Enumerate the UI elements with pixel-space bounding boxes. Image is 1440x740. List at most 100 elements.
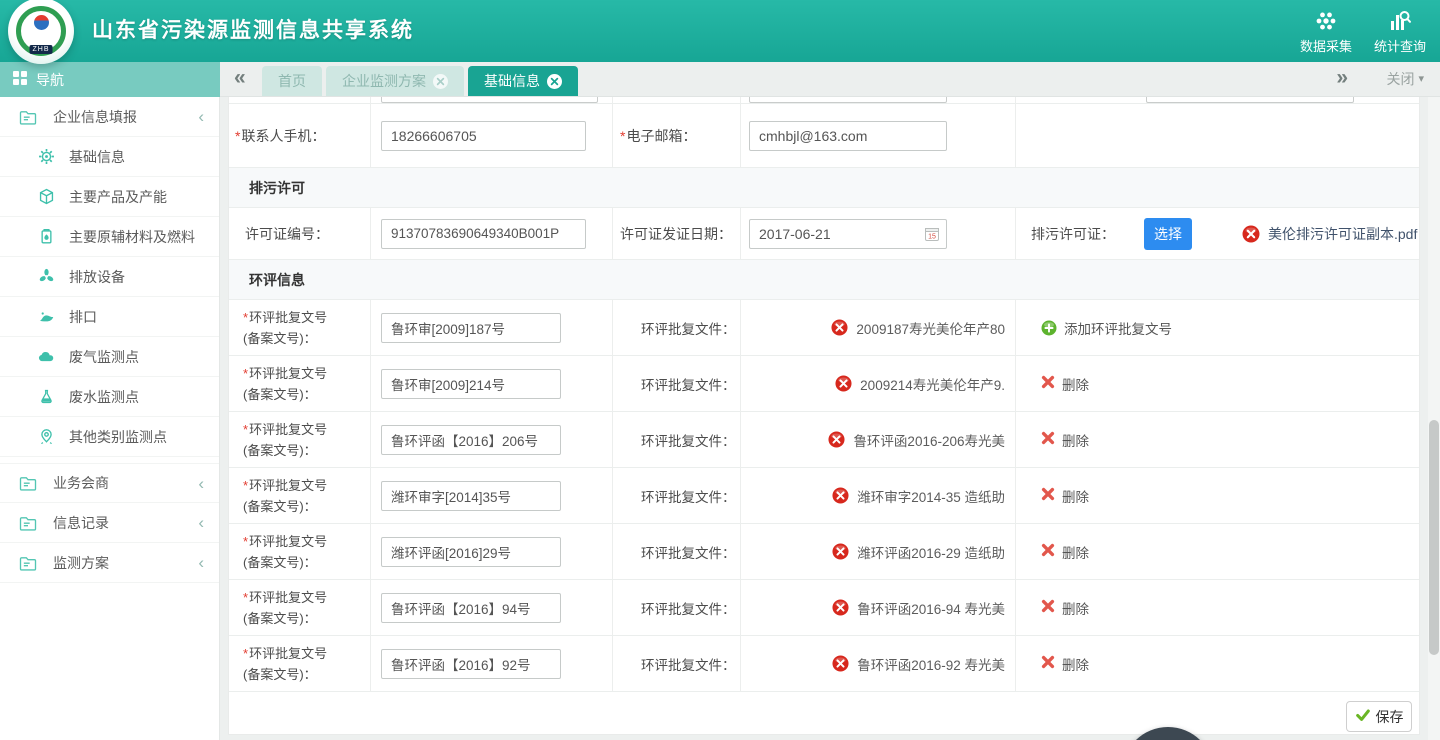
eia-doc-label: *环评批复文号 (备案文号)： <box>229 475 327 517</box>
issue-date-input[interactable] <box>749 219 947 249</box>
vertical-scrollbar[interactable] <box>1428 97 1440 740</box>
tab-home-label: 首页 <box>278 71 306 91</box>
eia-file-label: 环评批复文件： <box>613 486 736 506</box>
close-menu-label: 关闭 <box>1386 62 1414 97</box>
eia-row: *环评批复文号 (备案文号)： 环评批复文件： 2009214寿光美伦年产9. <box>229 356 1419 412</box>
delete-eia-row-button[interactable]: 删除 <box>1041 430 1089 450</box>
eia-doc-no-input[interactable] <box>381 313 561 343</box>
eia-doc-no-input[interactable] <box>381 481 561 511</box>
permit-file-link[interactable]: 美伦排污许可证副本.pdf <box>1268 224 1417 244</box>
eia-file-link[interactable]: 鲁环评函2016-206寿光美 <box>853 430 1005 450</box>
eia-doc-no-input[interactable] <box>381 593 561 623</box>
cutoff-input-1[interactable] <box>381 97 598 103</box>
sidebar-item-enterprise-info-group[interactable]: 企业信息填报 ‹ <box>0 97 219 137</box>
sidebar-item-monitor-plan-group[interactable]: 监测方案 ‹ <box>0 543 219 583</box>
license-no-label: 许可证编号： <box>229 224 329 244</box>
eia-file-link[interactable]: 2009187寿光美伦年产80 <box>856 318 1005 338</box>
sidebar-item-business-consult-group[interactable]: 业务会商 ‹ <box>0 463 219 503</box>
close-menu-button[interactable]: 关闭 ▾ <box>1386 62 1424 97</box>
save-button[interactable]: 保存 <box>1346 701 1412 732</box>
check-icon <box>1355 707 1371 726</box>
delete-eia-row-button[interactable]: 删除 <box>1041 654 1089 674</box>
remove-file-icon[interactable] <box>832 655 849 672</box>
contact-row: *联系人手机： *电子邮箱： <box>229 104 1419 168</box>
delete-eia-row-button[interactable]: 删除 <box>1041 542 1089 562</box>
eia-row: *环评批复文号 (备案文号)： 环评批复文件： 潍环审字2014-35 造纸助 <box>229 468 1419 524</box>
sidebar-item-basic-info[interactable]: 基础信息 <box>0 137 219 177</box>
scroll-tabs-left-button[interactable]: « <box>234 62 246 97</box>
eia-doc-no-input[interactable] <box>381 425 561 455</box>
eia-doc-no-input[interactable] <box>381 649 561 679</box>
license-no-input[interactable] <box>381 219 586 249</box>
chevron-down-icon: ▾ <box>1418 62 1424 97</box>
scrollbar-thumb[interactable] <box>1429 420 1439 655</box>
sidebar-item-label: 监测方案 <box>53 553 109 573</box>
email-input[interactable] <box>749 121 947 151</box>
eia-file-label: 环评批复文件： <box>613 598 736 618</box>
close-tab-icon[interactable] <box>547 74 562 89</box>
issue-date-label: 许可证发证日期： <box>613 224 732 244</box>
eia-doc-no-input[interactable] <box>381 537 561 567</box>
eia-doc-no-input[interactable] <box>381 369 561 399</box>
tab-plan-label: 企业监测方案 <box>342 71 426 91</box>
sidebar-header[interactable]: 导航 <box>0 62 220 97</box>
delete-label: 删除 <box>1062 486 1089 506</box>
eia-doc-label: *环评批复文号 (备案文号)： <box>229 307 327 349</box>
close-tab-icon[interactable] <box>433 74 448 89</box>
sidebar-item-label: 业务会商 <box>53 473 109 493</box>
tab-basic-info-label: 基础信息 <box>484 71 540 91</box>
cross-icon <box>1041 655 1055 672</box>
eia-file-link[interactable]: 潍环审字2014-35 造纸助 <box>857 486 1005 506</box>
sidebar-item-other-monitor-points[interactable]: 其他类别监测点 <box>0 417 219 457</box>
data-collection-button[interactable]: 数据采集 <box>1300 9 1352 55</box>
delete-eia-row-button[interactable]: 删除 <box>1041 598 1089 618</box>
tab-bar: 导航 « 首页 企业监测方案 基础信息 » 关闭 ▾ <box>0 62 1440 97</box>
delete-label: 删除 <box>1062 542 1089 562</box>
eia-file-link[interactable]: 2009214寿光美伦年产9. <box>860 374 1005 394</box>
remove-file-icon[interactable] <box>832 543 849 560</box>
calendar-icon[interactable]: 15 <box>924 226 940 242</box>
remove-file-icon[interactable] <box>1242 225 1260 243</box>
delete-eia-row-button[interactable]: 删除 <box>1041 486 1089 506</box>
app-logo: ZHB <box>8 0 74 64</box>
eia-row: *环评批复文号 (备案文号)： 环评批复文件： 鲁环评函2016-94 寿光美 <box>229 580 1419 636</box>
eia-row: *环评批复文号 (备案文号)： 环评批复文件： 鲁环评函2016-206寿光美 <box>229 412 1419 468</box>
phone-label: *联系人手机： <box>229 126 325 146</box>
sidebar-item-products-capacity[interactable]: 主要产品及产能 <box>0 177 219 217</box>
eia-file-link[interactable]: 鲁环评函2016-94 寿光美 <box>857 598 1005 618</box>
tab-basic-info[interactable]: 基础信息 <box>468 66 578 96</box>
remove-file-icon[interactable] <box>835 375 852 392</box>
sidebar-item-waste-water-points[interactable]: 废水监测点 <box>0 377 219 417</box>
sidebar-item-outlets[interactable]: 排口 <box>0 297 219 337</box>
phone-input[interactable] <box>381 121 586 151</box>
sidebar-item-label: 废气监测点 <box>69 347 139 367</box>
cube-icon <box>37 187 56 206</box>
remove-file-icon[interactable] <box>831 319 848 336</box>
cross-icon <box>1041 599 1055 616</box>
cutoff-input-3[interactable] <box>1146 97 1354 103</box>
sidebar-item-raw-materials-fuel[interactable]: 主要原辅材料及燃料 <box>0 217 219 257</box>
add-eia-doc-button[interactable]: 添加环评批复文号 <box>1041 318 1172 338</box>
chevron-left-icon: ‹ <box>198 514 204 531</box>
tab-enterprise-monitor-plan[interactable]: 企业监测方案 <box>326 66 464 96</box>
cutoff-input-2[interactable] <box>749 97 947 103</box>
remove-file-icon[interactable] <box>828 431 845 448</box>
sidebar-item-info-records-group[interactable]: 信息记录 ‹ <box>0 503 219 543</box>
sidebar-item-emission-equipment[interactable]: 排放设备 <box>0 257 219 297</box>
chevron-left-icon: ‹ <box>198 475 204 492</box>
choose-file-button[interactable]: 选择 <box>1144 218 1192 250</box>
scroll-tabs-right-button[interactable]: » <box>1336 62 1348 97</box>
tab-home[interactable]: 首页 <box>262 66 322 96</box>
eia-file-link[interactable]: 鲁环评函2016-92 寿光美 <box>857 654 1005 674</box>
remove-file-icon[interactable] <box>832 599 849 616</box>
sidebar-item-waste-gas-points[interactable]: 废气监测点 <box>0 337 219 377</box>
stats-query-button[interactable]: 统计查询 <box>1374 9 1426 55</box>
data-collection-label: 数据采集 <box>1300 36 1352 55</box>
sidebar-item-label: 信息记录 <box>53 513 109 533</box>
remove-file-icon[interactable] <box>832 487 849 504</box>
stats-query-label: 统计查询 <box>1374 36 1426 55</box>
delete-eia-row-button[interactable]: 删除 <box>1041 374 1089 394</box>
cross-icon <box>1041 431 1055 448</box>
map-pin-icon <box>37 427 56 446</box>
eia-file-link[interactable]: 潍环评函2016-29 造纸助 <box>857 542 1005 562</box>
